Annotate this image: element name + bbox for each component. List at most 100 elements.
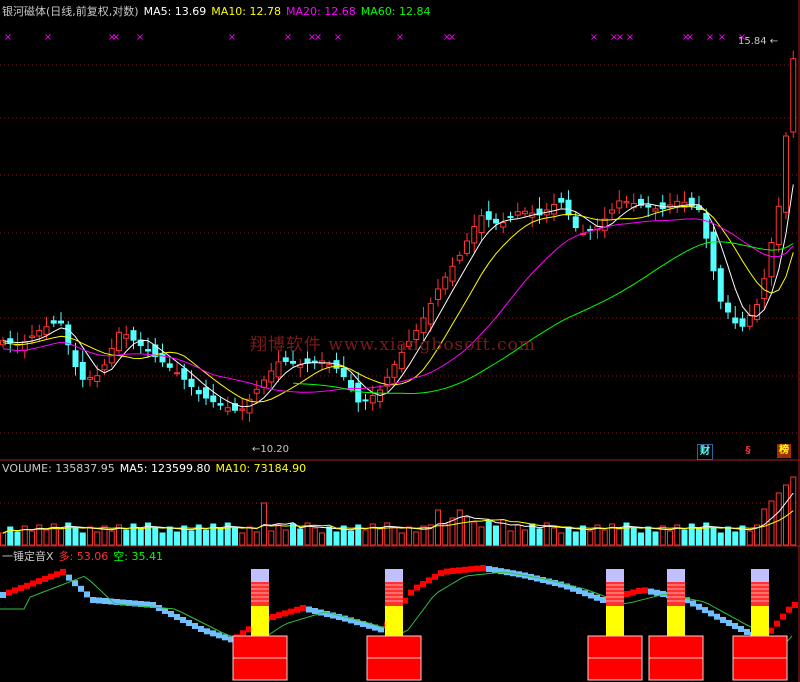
volume-bar	[746, 530, 753, 546]
ma60-label: MA60: 12.84	[360, 5, 431, 18]
candle-body	[500, 222, 507, 228]
volume-bar	[493, 525, 499, 546]
volume-bar	[449, 517, 456, 546]
candle-body	[174, 372, 180, 375]
indicator-step	[648, 588, 654, 595]
volume-bar	[645, 526, 652, 546]
signal-marker: ×	[228, 32, 236, 43]
volume-bar	[478, 526, 485, 546]
hammer-cap	[385, 569, 403, 582]
indicator-step	[12, 587, 18, 594]
volume-bar	[558, 532, 565, 546]
indicator-step	[624, 591, 630, 597]
signal-marker: ×	[396, 32, 404, 43]
volume-bar	[188, 530, 195, 546]
candle-body	[725, 302, 731, 313]
candle-body	[558, 198, 565, 203]
signal-marker: ×	[284, 32, 292, 43]
hammer-cap	[606, 569, 624, 582]
indicator-step	[636, 588, 642, 594]
indicator-step	[294, 606, 300, 613]
indicator-step	[486, 566, 492, 573]
indicator-step	[642, 587, 648, 594]
signal-marker: ×	[590, 32, 598, 43]
indicator-step	[210, 630, 216, 637]
candle-body	[493, 218, 499, 224]
volume-bar	[203, 529, 209, 546]
candle-body	[478, 215, 485, 233]
volume-bar	[123, 529, 130, 546]
volume-bar	[79, 532, 86, 546]
candle-body	[36, 330, 43, 337]
candle-body	[101, 364, 108, 371]
volume-bar	[667, 530, 673, 546]
volume-bar	[290, 523, 296, 546]
volume-bar	[398, 532, 405, 546]
candle-body	[369, 394, 376, 404]
high-annotation: 15.84 ←	[738, 36, 778, 47]
main-chart-header: 银河磁体(日线,前复权,对数) MA5: 13.69 MA10: 12.78 MA20…	[2, 3, 435, 19]
signal-marker: ×	[718, 32, 726, 43]
candle-body	[514, 211, 521, 216]
ma20-label: MA20: 12.68	[286, 5, 356, 18]
indicator-step	[36, 578, 42, 585]
volume-bar	[391, 527, 398, 546]
volume-bar	[239, 532, 246, 546]
volume-bar	[166, 526, 173, 546]
tag-2[interactable]: §	[741, 444, 755, 458]
candle-body	[522, 210, 528, 215]
candle-body	[166, 363, 173, 368]
volume-bar	[319, 532, 325, 546]
signal-marker: ×	[44, 32, 52, 43]
hammer-coil	[606, 582, 624, 606]
indicator-step	[576, 588, 582, 594]
candle-body	[427, 303, 434, 325]
indicator-step	[30, 580, 36, 587]
volume-bar	[253, 531, 260, 546]
ma10-label: MA10: 12.78	[211, 5, 282, 18]
candle-body	[275, 361, 282, 378]
candle-body	[195, 390, 202, 395]
volume-bar	[536, 528, 543, 546]
volume-bar	[43, 529, 50, 546]
indicator-step	[462, 566, 468, 573]
volume-bar	[21, 525, 28, 546]
volume-bar	[333, 531, 340, 546]
indicator-step	[468, 566, 474, 573]
indicator-step	[444, 568, 450, 575]
volume-bar	[464, 516, 470, 546]
volume-bar	[108, 530, 115, 546]
candle-body	[565, 199, 572, 216]
volume-ma10-label: MA10: 73184.90	[215, 462, 307, 475]
indicator-step	[108, 598, 114, 605]
candle-body	[507, 216, 514, 219]
indicator-step	[42, 575, 48, 582]
hammer-cap	[251, 569, 269, 582]
stock-title: 银河磁体(日线,前复权,对数)	[2, 5, 139, 18]
volume-bar	[507, 530, 514, 546]
volume-bar	[565, 526, 572, 546]
indicator-step	[744, 629, 750, 635]
hammer-cap	[751, 569, 769, 582]
indicator-step	[726, 620, 732, 626]
candle-body	[239, 408, 246, 411]
kong-label: 空: 35.41	[113, 550, 163, 563]
volume-bar	[710, 527, 717, 546]
indicator-step	[420, 581, 426, 587]
volume-ma5-label: MA5: 123599.80	[119, 462, 211, 475]
candle-body	[391, 364, 398, 378]
indicator-step	[60, 569, 66, 575]
tag-cai[interactable]: 财	[697, 444, 713, 460]
volume-bar	[282, 529, 289, 546]
volume-bar	[362, 529, 369, 546]
indicator-step	[168, 611, 174, 617]
indicator-step	[174, 614, 180, 620]
ma20-line	[2, 218, 794, 393]
signal-marker: ×	[314, 32, 322, 43]
indicator-step	[48, 573, 54, 580]
indicator-step	[78, 585, 84, 592]
tag-bang[interactable]: 榜	[777, 444, 791, 458]
candle-body	[123, 334, 130, 339]
signal-marker: ×	[136, 32, 144, 43]
candle-body	[29, 335, 35, 338]
